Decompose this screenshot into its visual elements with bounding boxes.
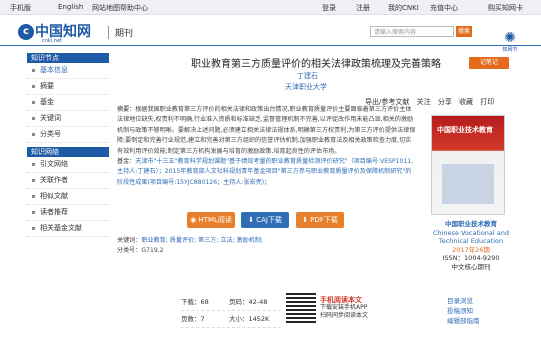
cover-image	[442, 164, 494, 204]
cnki-logo-icon: c	[18, 24, 34, 40]
buy-card-link[interactable]: 购买知网卡	[488, 3, 523, 13]
favorite-button[interactable]: 收藏	[459, 98, 473, 106]
stats-row-1: 下载：68 页码：42-48	[181, 294, 281, 311]
journal-cover[interactable]: 中国职业技术教育	[431, 115, 505, 215]
sidebar-group-knowledge-nodes: 知识节点	[27, 53, 109, 63]
meta-block: 关键词：职业教育; 质量评价; 第三方; 立法; 激励机制; 分类号：G719.…	[117, 236, 417, 257]
keywords-label: 关键词：	[117, 237, 142, 244]
html-read-button[interactable]: ◉ HTML阅读	[187, 212, 235, 228]
sidebar: 知识节点 基本信息 摘要 基金 关键词 分类号 知识网络 引文网络 关联作者 相…	[27, 53, 109, 237]
note-button[interactable]: 记笔记	[469, 57, 509, 69]
sidebar-item-citation-network[interactable]: 引文网络	[27, 157, 109, 173]
journal-info: 中国职业技术教育 Chinese Vocational and Technica…	[431, 220, 511, 272]
mobile-link[interactable]: 手机版	[10, 3, 31, 13]
share-button[interactable]: 分享	[438, 98, 452, 106]
fund-label: 基金：	[117, 158, 136, 166]
abstract-label: 摘要：	[117, 106, 136, 113]
journal-name[interactable]: 中国职业技术教育	[431, 220, 511, 229]
journal-issue[interactable]: 2017年26期	[431, 246, 511, 255]
print-button[interactable]: 打印	[480, 98, 494, 106]
stats-panel: 下载：68 页码：42-48 页数：7 大小：1452K	[181, 294, 281, 328]
stats-row-2: 页数：7 大小：1452K	[181, 311, 281, 328]
zhiwangjie-badge: ✺ 知网节	[490, 30, 530, 58]
article-title: 职业教育第三方质量评价的相关法律政策梳理及完善策略	[191, 59, 441, 70]
cnki-logo[interactable]: c 中国知网 cnki.net	[18, 21, 91, 44]
sidebar-item-basic-info[interactable]: 基本信息	[27, 63, 109, 79]
recharge-link[interactable]: 充值中心	[430, 3, 458, 13]
keywords-text[interactable]: 职业教育; 质量评价; 第三方; 立法; 激励机制;	[141, 237, 263, 244]
abstract-block: 摘要：根据我国职业教育第三方评价的相关法律和政策出台情况,职业教育质量评价主要面…	[117, 105, 417, 188]
sidebar-group-knowledge-network: 知识网络	[27, 147, 109, 157]
search-button[interactable]: 搜索	[456, 26, 472, 37]
sidebar-item-fund[interactable]: 基金	[27, 95, 109, 111]
sidebar-item-related-fund-docs[interactable]: 相关基金文献	[27, 221, 109, 237]
login-link[interactable]: 登录	[322, 3, 336, 13]
english-link[interactable]: English	[58, 3, 83, 11]
help-link[interactable]: 帮助中心	[120, 3, 148, 13]
qr-code	[286, 293, 316, 323]
journal-core: 中文核心期刊	[451, 262, 491, 271]
fund-text[interactable]: 天津市"十三五"教育科学规划课题"基于绩效考量的职业教育质量检测评价研究"（项目…	[117, 158, 413, 186]
mycnki-link[interactable]: 我的CNKI	[388, 3, 419, 13]
sidebar-item-related-authors[interactable]: 关联作者	[27, 173, 109, 189]
section-title[interactable]: 期刊	[108, 26, 133, 39]
sidebar-item-similar-docs[interactable]: 相似文献	[27, 189, 109, 205]
journal-links: 目录浏览 投稿须知 编辑部指南	[447, 296, 480, 326]
caj-download-button[interactable]: ⬇ CAJ下载	[241, 212, 289, 228]
register-link[interactable]: 注册	[356, 3, 370, 13]
sidebar-item-keywords[interactable]: 关键词	[27, 111, 109, 127]
top-bar: 手机版 English 网站地图 帮助中心 登录 注册 我的CNKI 充值中心 …	[0, 0, 541, 15]
journal-english-name: Chinese Vocational and Technical Educati…	[432, 228, 510, 246]
sidebar-item-reader-recommend[interactable]: 读者推荐	[27, 205, 109, 221]
cover-title: 中国职业技术教育	[437, 126, 493, 134]
badge-icon: ✺	[504, 30, 516, 46]
site-header: c 中国知网 cnki.net 期刊 请输入搜索内容 搜索 ✺ 知网节	[0, 15, 541, 53]
sitemap-link[interactable]: 网站地图	[92, 3, 120, 13]
abstract-text: 根据我国职业教育第三方评价的相关法律和政策出台情况,职业教育质量评价主要面临着第…	[117, 106, 416, 155]
submission-link[interactable]: 投稿须知	[447, 306, 480, 316]
sidebar-item-class-no[interactable]: 分类号	[27, 127, 109, 143]
mobile-read-text: 手机阅读本文 下载安装手机APP 扫码同步阅读本文	[320, 296, 369, 319]
class-label: 分类号：	[117, 247, 142, 255]
author-link[interactable]: 丁建石	[297, 71, 318, 81]
pdf-download-button[interactable]: ⬇ PDF下载	[296, 212, 344, 228]
institution-link[interactable]: 天津职业大学	[285, 82, 327, 92]
journal-issn: ISSN：1004-9290	[442, 254, 500, 263]
follow-button[interactable]: 关注	[417, 98, 431, 106]
search-input[interactable]: 请输入搜索内容	[370, 26, 454, 37]
class-number: G719.2	[141, 247, 164, 255]
catalog-link[interactable]: 目录浏览	[447, 296, 480, 306]
editor-guide-link[interactable]: 编辑部指南	[447, 316, 480, 326]
sidebar-item-abstract[interactable]: 摘要	[27, 79, 109, 95]
